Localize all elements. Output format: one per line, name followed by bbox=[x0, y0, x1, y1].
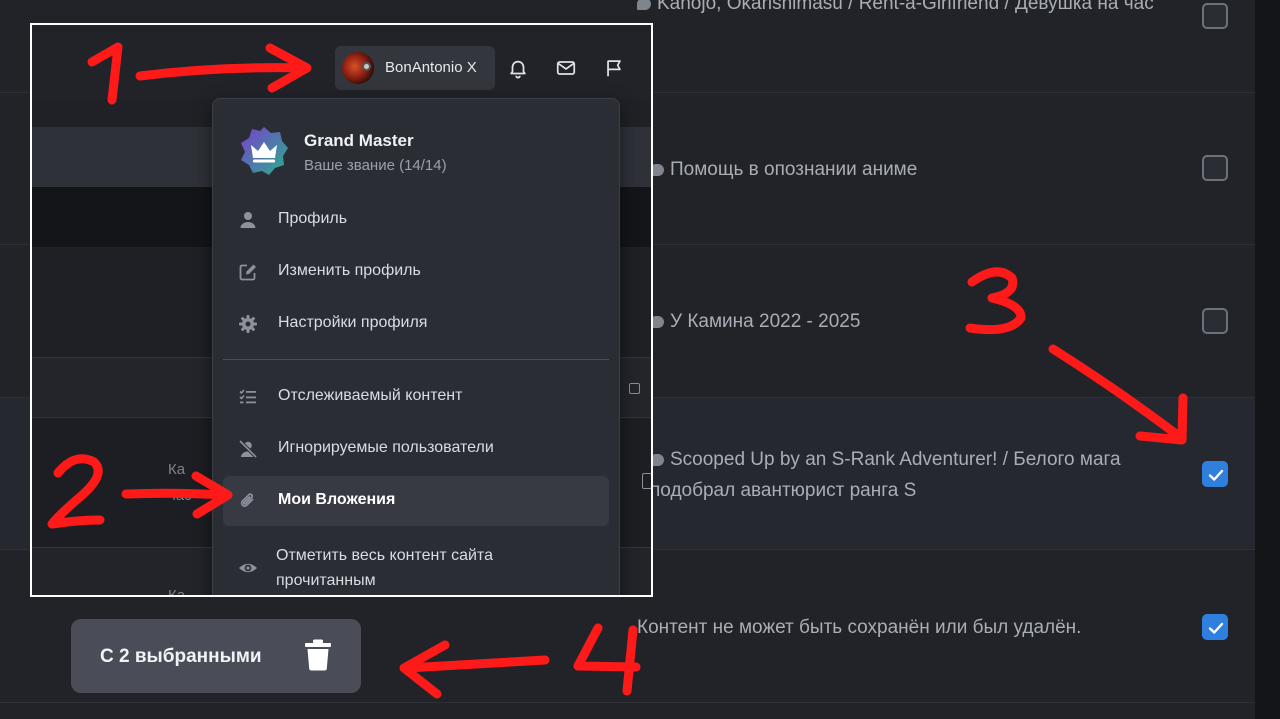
row-divider bbox=[0, 702, 1255, 703]
username: BonAntonio X bbox=[385, 59, 477, 76]
select-checkbox[interactable] bbox=[1202, 308, 1228, 334]
list-item-title[interactable]: Kanojo, Okarishimasu / Rent-a-Girlfriend… bbox=[637, 0, 1157, 19]
menu-divider bbox=[223, 359, 609, 360]
check-icon bbox=[1208, 622, 1224, 634]
menu-item-profile[interactable]: Профиль bbox=[223, 195, 609, 245]
paperclip-icon bbox=[240, 493, 254, 507]
list-item-title[interactable]: У Камина 2022 - 2025 bbox=[650, 306, 1170, 337]
menu-item-profile-settings[interactable]: Настройки профиля bbox=[223, 299, 609, 349]
menu-item-ignored-users[interactable]: Игнорируемые пользователи bbox=[223, 424, 609, 474]
menu-item-my-attachments[interactable]: Мои Вложения bbox=[223, 476, 609, 526]
ghost-text: Ка bbox=[168, 461, 186, 478]
menu-item-mark-all-read[interactable]: Отметить весь контент сайта прочитанным bbox=[223, 539, 609, 595]
bulk-action-label: С 2 выбранными bbox=[100, 646, 262, 667]
gear-icon bbox=[239, 315, 257, 333]
select-checkbox-checked[interactable] bbox=[1202, 614, 1228, 640]
bell-icon[interactable] bbox=[507, 57, 529, 79]
select-checkbox[interactable] bbox=[642, 473, 651, 489]
user-slash-icon bbox=[238, 439, 258, 459]
select-checkbox[interactable] bbox=[629, 383, 640, 394]
list-item-title[interactable]: Scooped Up by an S-Rank Adventurer! / Бе… bbox=[650, 444, 1170, 506]
rank-subtitle: Ваше звание (14/14) bbox=[304, 157, 447, 174]
scroll-gutter bbox=[1255, 0, 1280, 719]
select-checkbox[interactable] bbox=[1202, 155, 1228, 181]
menu-item-edit-profile[interactable]: Изменить профиль bbox=[223, 247, 609, 297]
avatar bbox=[342, 52, 374, 84]
ghost-text: час bbox=[168, 487, 192, 504]
user-menu-button[interactable]: BonAntonio X bbox=[335, 46, 495, 90]
rank-title: Grand Master bbox=[304, 131, 414, 150]
menu-item-followed-content[interactable]: Отслеживаемый контент bbox=[223, 372, 609, 422]
select-checkbox[interactable] bbox=[1202, 3, 1228, 29]
trash-icon[interactable] bbox=[304, 639, 332, 671]
edit-icon bbox=[239, 264, 256, 281]
inset-screenshot: Ка час Ка BonAntonio X Grand Master Ваше… bbox=[30, 23, 653, 597]
check-icon bbox=[1208, 469, 1224, 481]
list-item-title[interactable]: Помощь в опознании аниме bbox=[650, 154, 1170, 185]
user-icon bbox=[240, 212, 256, 228]
checklist-icon bbox=[239, 389, 256, 404]
crown-rank-icon bbox=[241, 127, 288, 175]
flag-icon[interactable] bbox=[603, 57, 625, 79]
list-item-title: Контент не может быть сохранён или был у… bbox=[637, 617, 1082, 638]
eye-icon bbox=[239, 563, 257, 573]
mail-icon[interactable] bbox=[555, 57, 577, 79]
ghost-text: Ка bbox=[168, 587, 186, 597]
bulk-action-bar[interactable]: С 2 выбранными bbox=[71, 619, 361, 693]
select-checkbox-checked[interactable] bbox=[1202, 461, 1228, 487]
comments-icon bbox=[637, 0, 651, 10]
account-dropdown-menu: Grand Master Ваше звание (14/14) Профиль… bbox=[212, 98, 620, 595]
